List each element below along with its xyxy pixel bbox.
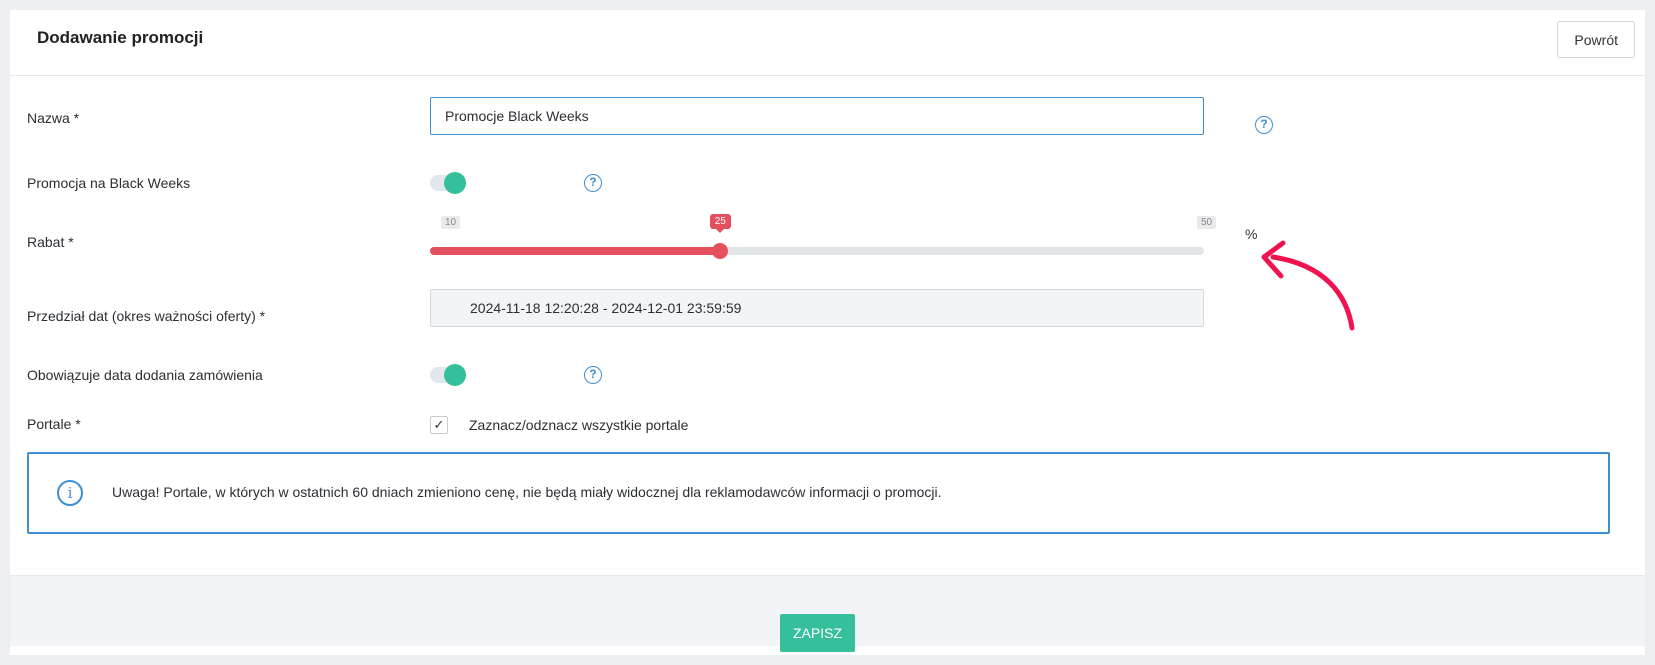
black-weeks-toggle[interactable] [430, 172, 466, 194]
info-circle-icon: i [57, 480, 83, 506]
select-all-portals-label[interactable]: Zaznacz/odznacz wszystkie portale [469, 417, 688, 433]
black-weeks-label: Promocja na Black Weeks [27, 175, 191, 191]
page-header: Dodawanie promocji Powrót [10, 10, 1645, 76]
date-range-label: Przedział dat (okres ważności oferty) * [27, 308, 266, 324]
notice-text: Uwaga! Portale, w których w ostatnich 60… [112, 484, 942, 500]
slider-value-label: 25 [709, 214, 731, 233]
name-label: Nazwa * [27, 110, 80, 126]
notice-box: i Uwaga! Portale, w których w ostatnich … [27, 452, 1610, 534]
order-date-toggle[interactable] [430, 364, 466, 386]
slider-max-label: 50 [1197, 216, 1217, 229]
save-button[interactable]: ZAPISZ [780, 614, 855, 652]
portals-label: Portale * [27, 416, 81, 432]
black-weeks-help-icon[interactable]: ? [584, 174, 602, 192]
check-icon: ✓ [433, 417, 445, 432]
name-help-icon[interactable]: ? [1255, 116, 1273, 134]
annotation-arrow-icon [1261, 240, 1355, 331]
slider-fill [430, 247, 721, 255]
order-date-help-icon[interactable]: ? [584, 366, 602, 384]
slider-min-label: 10 [441, 216, 461, 229]
date-range-input[interactable]: 2024-11-18 12:20:28 - 2024-12-01 23:59:5… [430, 289, 1204, 327]
toggle-knob [444, 172, 466, 194]
toggle-knob [444, 364, 466, 386]
order-date-label: Obowiązuje data dodania zamówienia [27, 367, 263, 383]
discount-label: Rabat * [27, 234, 74, 250]
discount-slider[interactable] [430, 243, 1204, 259]
select-all-portals-checkbox[interactable]: ✓ [430, 416, 448, 434]
name-input[interactable] [430, 97, 1204, 135]
back-button[interactable]: Powrót [1557, 21, 1635, 58]
page-title: Dodawanie promocji [37, 28, 204, 47]
